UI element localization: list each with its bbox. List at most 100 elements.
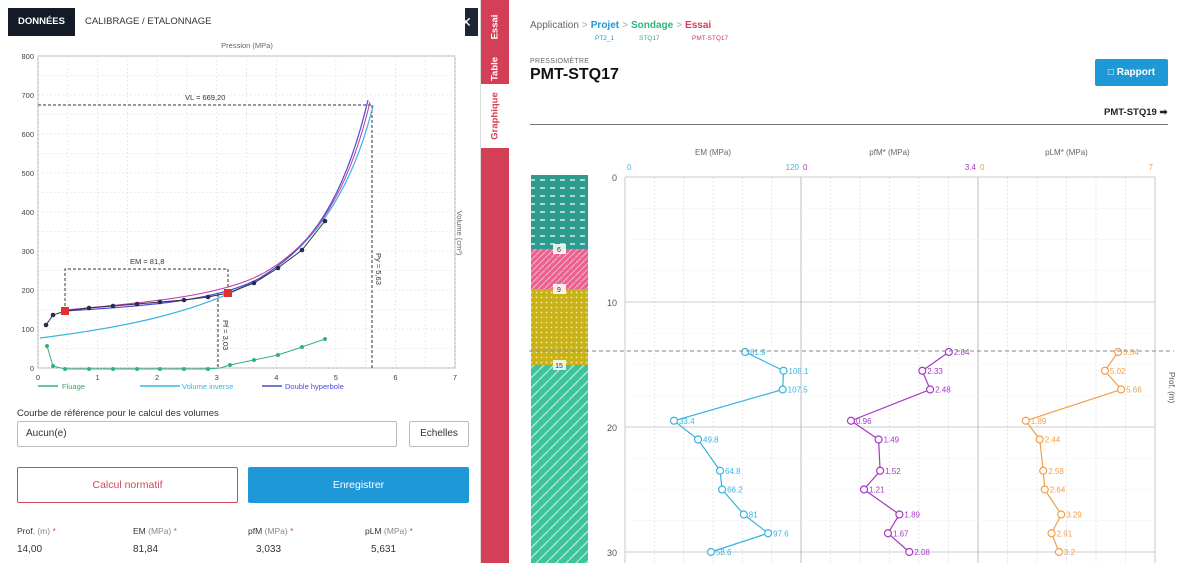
fluage-point <box>300 345 304 349</box>
track-point-label: 64.8 <box>725 467 741 476</box>
em-end-marker[interactable] <box>224 289 232 297</box>
track-point-label: 1.89 <box>904 511 920 520</box>
track-point-label: 3.2 <box>1064 548 1076 557</box>
track-point[interactable] <box>895 510 904 519</box>
y-tick-label: 800 <box>21 52 34 61</box>
track-point-label: 81.9 <box>750 348 766 357</box>
field-pfm-input[interactable]: 3,033 <box>256 544 281 555</box>
field-depth-input[interactable]: 14,00 <box>17 544 42 555</box>
measure-point <box>251 280 257 286</box>
track-point-label: 2.44 <box>1045 436 1061 445</box>
side-tab-essai[interactable]: Essai <box>481 0 509 54</box>
field-em-input[interactable]: 81,84 <box>133 544 158 555</box>
track-max: 120 <box>786 163 800 172</box>
track-min: 0 <box>980 163 985 172</box>
x-tick-label: 6 <box>393 373 397 382</box>
track-point-label: 2.64 <box>1050 486 1066 495</box>
left-tabs: DONNÉES CALIBRAGE / ETALONNAGE ✕ <box>8 8 478 36</box>
x-tick-label: 4 <box>274 373 278 382</box>
track-title: pfM* (MPa) <box>869 148 910 157</box>
track-point[interactable] <box>883 529 893 538</box>
lithology-column: 6 9 15 <box>531 175 588 563</box>
layer-label-3: 15 <box>555 363 563 370</box>
measure-point <box>134 301 140 307</box>
track-point[interactable] <box>1117 385 1126 394</box>
depth-tick-label: 30 <box>607 548 617 558</box>
track-point[interactable] <box>1100 366 1110 375</box>
tab-calibrage[interactable]: CALIBRAGE / ETALONNAGE <box>74 8 465 36</box>
measure-point <box>50 312 56 318</box>
track-point[interactable] <box>741 347 750 357</box>
layer-2 <box>531 249 588 289</box>
legend: Fluage Volume inverse Double hyperbole <box>38 382 344 391</box>
track-point[interactable] <box>918 366 927 375</box>
track-point[interactable] <box>779 366 788 375</box>
field-plm-input[interactable]: 5,631 <box>371 544 396 555</box>
track-point[interactable] <box>846 416 856 425</box>
fit-curve <box>64 101 371 311</box>
track-point[interactable] <box>1021 416 1030 425</box>
track-point[interactable] <box>1047 529 1056 538</box>
depth-axis: 0 10 20 30 <box>607 173 617 558</box>
track-point[interactable] <box>1054 547 1064 557</box>
track-title: EM (MPa) <box>695 148 731 157</box>
track-point[interactable] <box>715 466 725 475</box>
chart-grid <box>37 55 456 369</box>
log-track: EM (MPa)0 12081.9108.1107.533.449.864.866… <box>624 148 809 563</box>
fluage-point <box>182 367 186 371</box>
track-point[interactable] <box>693 435 703 444</box>
track-point[interactable] <box>706 547 716 557</box>
track-max: 3.4 <box>965 163 977 172</box>
normative-calc-button[interactable]: Calcul normatif <box>17 467 238 503</box>
track-point[interactable] <box>739 510 748 519</box>
y-tick-label: 300 <box>21 247 34 256</box>
track-point[interactable] <box>905 547 914 557</box>
track-point[interactable] <box>1035 435 1044 444</box>
track-point[interactable] <box>944 347 953 357</box>
reference-curve-label: Courbe de référence pour le calcul des v… <box>17 408 219 419</box>
track-point[interactable] <box>859 485 869 494</box>
track-point[interactable] <box>669 416 679 425</box>
y-tick-label: 500 <box>21 169 34 178</box>
layer-1 <box>531 175 588 249</box>
y-tick-label: 100 <box>21 325 34 334</box>
track-line <box>849 351 950 553</box>
depth-tick-label: 20 <box>607 423 617 433</box>
y-tick-label: 0 <box>30 364 34 373</box>
track-point[interactable] <box>1113 347 1123 357</box>
vl-label: VL = 669,20 <box>185 93 225 102</box>
x-tick-label: 0 <box>36 373 40 382</box>
fluage-point <box>228 363 232 367</box>
track-point-label: 81 <box>749 511 758 520</box>
em-start-marker[interactable] <box>61 307 69 315</box>
track-point-label: 2.91 <box>1057 529 1073 538</box>
track-point-label: 5.54 <box>1123 348 1139 357</box>
track-point[interactable] <box>1040 485 1049 494</box>
y-tick-label: 400 <box>21 208 34 217</box>
close-icon[interactable]: ✕ <box>454 8 478 36</box>
depth-tick-label: 0 <box>612 173 617 183</box>
track-point-label: 107.5 <box>788 386 809 395</box>
log-track: pLM* (MPa) 0 7 5.54 5.02 5.66 1.89 2.44 2.58 2.64… <box>977 148 1156 563</box>
track-point[interactable] <box>874 435 883 444</box>
scales-button[interactable]: Echelles <box>409 421 469 447</box>
track-point[interactable] <box>717 485 727 494</box>
track-point[interactable] <box>778 385 787 394</box>
measure-point <box>275 265 281 271</box>
side-tab-table[interactable]: Table <box>481 54 509 84</box>
track-point[interactable] <box>1039 466 1048 475</box>
reference-curve-select[interactable]: Aucun(e) <box>17 421 397 447</box>
save-button[interactable]: Enregistrer <box>248 467 469 503</box>
chart-right-label: Volume (cm³) <box>455 211 464 256</box>
track-point[interactable] <box>764 529 773 538</box>
field-pfm-label: pfM (MPa) * <box>248 526 294 536</box>
track-point[interactable] <box>926 385 935 394</box>
track-point[interactable] <box>1057 510 1066 519</box>
tab-donnees[interactable]: DONNÉES <box>8 8 75 36</box>
fluage-point <box>252 358 256 362</box>
side-tab-graphique[interactable]: Graphique <box>481 84 509 148</box>
y-tick-label: 700 <box>21 91 34 100</box>
field-depth-label: Prof. (m) * <box>17 526 56 536</box>
track-point[interactable] <box>876 466 885 475</box>
py-label: Py = 5,63 <box>374 253 383 285</box>
